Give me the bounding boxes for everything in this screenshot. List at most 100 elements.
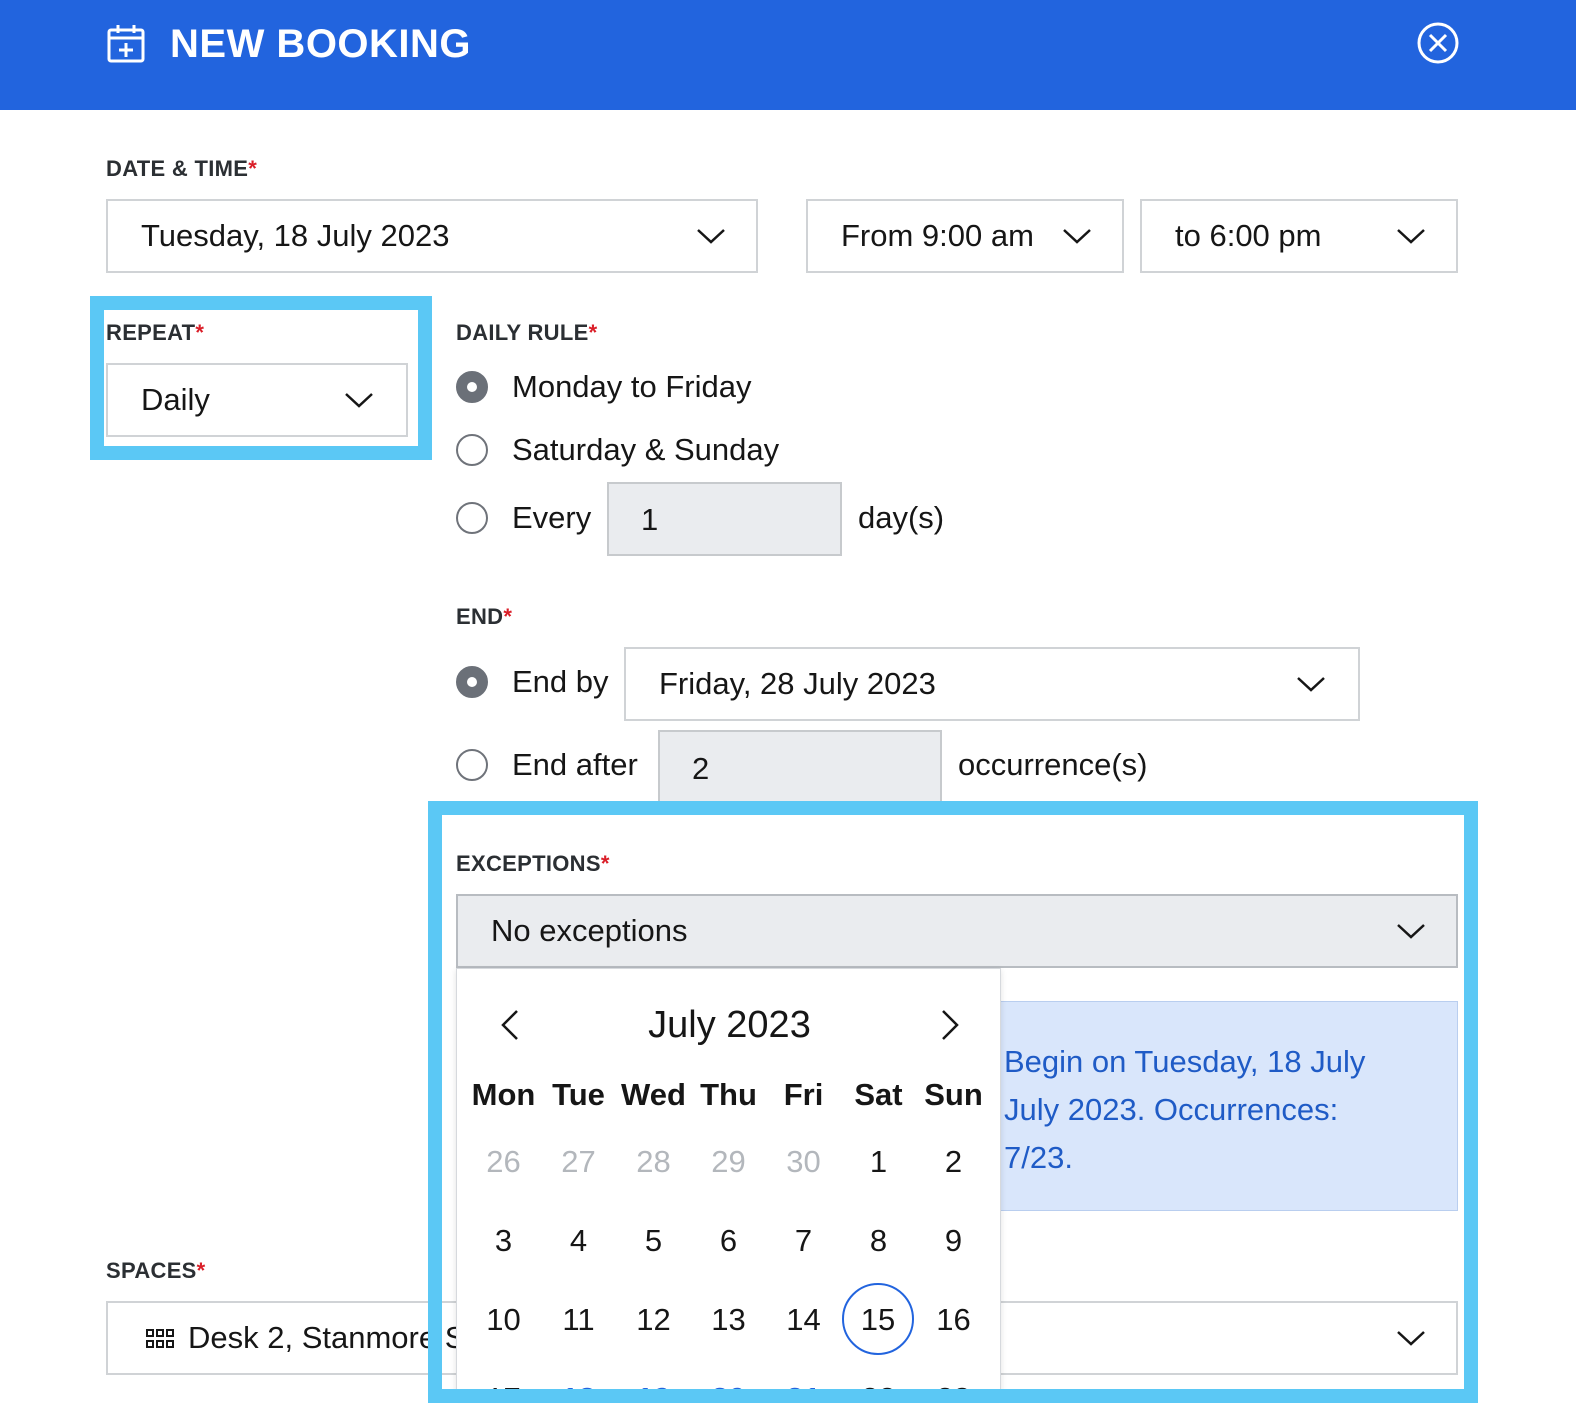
spaces-value: Desk 2, Stanmore S	[188, 1320, 466, 1355]
calendar-day[interactable]: 8	[841, 1203, 916, 1278]
weekday-header: Wed	[621, 1077, 686, 1112]
recurrence-info-text: Begin on Tuesday, 18 July July 2023. Occ…	[1004, 1038, 1434, 1182]
required-asterisk: *	[195, 320, 205, 345]
calendar-day[interactable]: 5	[616, 1203, 691, 1278]
end-by-date-select[interactable]: Friday, 28 July 2023	[624, 647, 1360, 721]
radio-saturday-sunday[interactable]	[456, 434, 488, 466]
date-value: Tuesday, 18 July 2023	[141, 218, 450, 253]
calendar-day[interactable]: 16	[916, 1282, 991, 1357]
repeat-label: REPEAT*	[106, 320, 204, 346]
calendar-day[interactable]: 13	[691, 1282, 766, 1357]
calendar-day[interactable]: 19	[616, 1361, 691, 1395]
calendar-month-title: July 2023	[648, 1004, 811, 1046]
spaces-label: SPACES*	[106, 1258, 206, 1284]
weekday-header: Tue	[552, 1077, 605, 1112]
start-time-select[interactable]: From 9:00 am	[806, 199, 1124, 273]
calendar-day[interactable]: 14	[766, 1282, 841, 1357]
radio-end-by[interactable]	[456, 666, 488, 698]
info-line-1: Begin on Tuesday, 18 July	[1004, 1044, 1366, 1079]
header-bar: NEW BOOKING	[0, 0, 1576, 110]
calendar-day[interactable]: 20	[691, 1361, 766, 1395]
end-after-occurrences-input[interactable]: 2	[658, 730, 942, 804]
calendar-day[interactable]: 12	[616, 1282, 691, 1357]
required-asterisk: *	[248, 156, 258, 181]
calendar-day[interactable]: 21	[766, 1361, 841, 1395]
weekday-header: Mon	[471, 1077, 536, 1112]
calendar-day[interactable]: 4	[541, 1203, 616, 1278]
exceptions-select[interactable]: No exceptions	[456, 894, 1458, 968]
calendar-day[interactable]: 17	[466, 1361, 541, 1395]
calendar-day[interactable]: 1	[841, 1124, 916, 1199]
weekday-header: Sat	[854, 1077, 903, 1112]
calendar-day[interactable]: 3	[466, 1203, 541, 1278]
end-time-value: to 6:00 pm	[1175, 218, 1322, 253]
end-label: END*	[456, 604, 512, 630]
calendar-day[interactable]: 26	[466, 1124, 541, 1199]
calendar-day[interactable]: 30	[766, 1124, 841, 1199]
exceptions-calendar-popover: July 2023 Mon Tue Wed Thu Fri Sat Sun 26 27 28 29 3…	[456, 968, 1001, 1396]
exceptions-value: No exceptions	[491, 913, 688, 948]
chevron-right-icon[interactable]	[935, 1005, 965, 1045]
required-asterisk: *	[503, 604, 513, 629]
repeat-select[interactable]: Daily	[106, 363, 408, 437]
repeat-label-text: REPEAT	[106, 320, 196, 345]
chevron-down-icon	[1397, 229, 1425, 244]
spaces-label-text: SPACES	[106, 1258, 197, 1283]
calendar-day[interactable]: 29	[691, 1124, 766, 1199]
radio-every[interactable]	[456, 502, 488, 534]
radio-label-monday-to-friday: Monday to Friday	[512, 369, 752, 404]
calendar-day[interactable]: 27	[541, 1124, 616, 1199]
radio-label-every: Every	[512, 500, 592, 535]
calendar-day[interactable]: 11	[541, 1282, 616, 1357]
radio-end-after[interactable]	[456, 749, 488, 781]
weekday-header: Thu	[700, 1077, 757, 1112]
date-time-label-text: DATE & TIME	[106, 156, 249, 181]
chevron-down-icon	[345, 393, 373, 408]
chevron-down-icon	[1297, 677, 1325, 692]
close-icon[interactable]	[1416, 21, 1460, 65]
calendar-day[interactable]: 6	[691, 1203, 766, 1278]
weekday-header: Fri	[783, 1077, 824, 1112]
chevron-down-icon	[1063, 229, 1091, 244]
desk-grid-icon	[146, 1329, 174, 1348]
dialog-title: NEW BOOKING	[170, 22, 472, 66]
calendar-day[interactable]: 10	[466, 1282, 541, 1357]
chevron-down-icon	[1397, 1331, 1425, 1346]
required-asterisk: *	[196, 1258, 206, 1283]
every-days-value: 1	[641, 502, 659, 537]
radio-label-saturday-sunday: Saturday & Sunday	[512, 432, 780, 467]
info-line-2: July 2023. Occurrences:	[1004, 1092, 1339, 1127]
end-by-date-value: Friday, 28 July 2023	[659, 666, 936, 701]
calendar-add-icon	[107, 25, 145, 63]
calendar-day[interactable]: 9	[916, 1203, 991, 1278]
occurrences-suffix: occurrence(s)	[958, 747, 1148, 782]
calendar-day[interactable]: 28	[616, 1124, 691, 1199]
calendar-day[interactable]: 23	[916, 1361, 991, 1395]
radio-label-end-after: End after	[512, 747, 638, 782]
calendar-day[interactable]: 22	[841, 1361, 916, 1395]
radio-label-end-by: End by	[512, 664, 609, 699]
chevron-down-icon	[1397, 924, 1425, 939]
exceptions-label-text: EXCEPTIONS	[456, 851, 601, 876]
start-time-value: From 9:00 am	[841, 218, 1034, 253]
end-after-occurrences-value: 2	[692, 751, 710, 786]
calendar-day[interactable]: 2	[916, 1124, 991, 1199]
repeat-value: Daily	[141, 382, 210, 417]
every-days-input[interactable]: 1	[607, 482, 842, 556]
end-time-select[interactable]: to 6:00 pm	[1140, 199, 1458, 273]
weekday-header: Sun	[924, 1077, 983, 1112]
calendar-day[interactable]: 7	[766, 1203, 841, 1278]
required-asterisk: *	[588, 320, 598, 345]
daily-rule-label-text: DAILY RULE	[456, 320, 589, 345]
info-line-3: 7/23.	[1004, 1140, 1073, 1175]
date-time-label: DATE & TIME*	[106, 156, 257, 182]
exceptions-label: EXCEPTIONS*	[456, 851, 610, 877]
date-select[interactable]: Tuesday, 18 July 2023	[106, 199, 758, 273]
required-asterisk: *	[600, 851, 610, 876]
radio-monday-to-friday[interactable]	[456, 371, 488, 403]
every-days-suffix: day(s)	[858, 500, 945, 535]
calendar-day-today[interactable]: 15	[842, 1283, 914, 1355]
end-label-text: END	[456, 604, 504, 629]
calendar-day[interactable]: 18	[541, 1361, 616, 1395]
chevron-down-icon	[697, 229, 725, 244]
